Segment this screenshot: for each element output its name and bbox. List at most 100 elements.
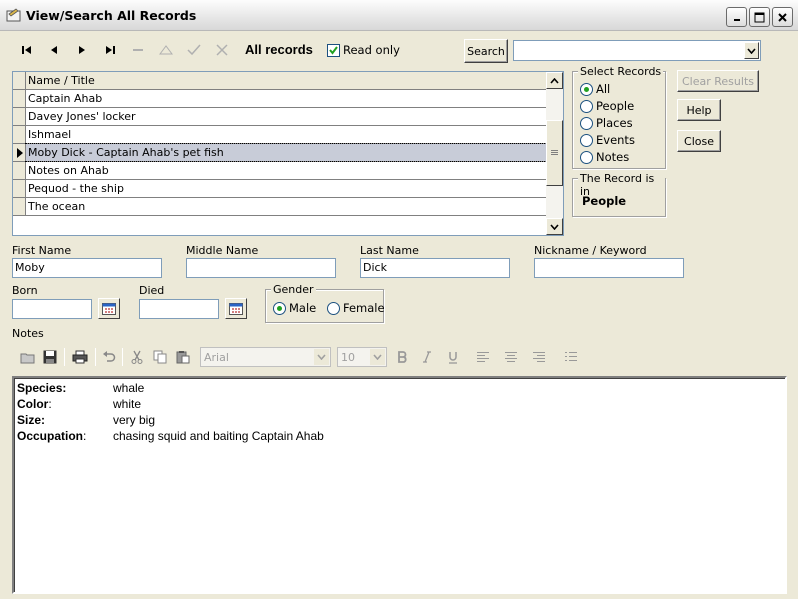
scroll-down-button[interactable]: [546, 218, 563, 235]
last-name-field[interactable]: Dick: [360, 258, 510, 278]
grid-scrollbar[interactable]: [546, 72, 563, 235]
table-row[interactable]: Notes on Ahab: [13, 162, 548, 180]
clear-results-button[interactable]: Clear Results: [677, 70, 759, 92]
search-button[interactable]: Search: [464, 39, 508, 63]
notes-key-suffix: :: [83, 429, 87, 443]
radio-button[interactable]: [580, 99, 593, 113]
records-grid[interactable]: Name / Title Captain Ahab Davey Jones' lo…: [12, 71, 564, 236]
row-name-cell[interactable]: Ishmael: [26, 126, 548, 143]
help-button[interactable]: Help: [677, 99, 721, 121]
scroll-thumb[interactable]: [546, 120, 563, 186]
select-records-option-all[interactable]: All: [580, 82, 610, 96]
table-row[interactable]: The ocean: [13, 198, 548, 216]
align-center-button[interactable]: [502, 348, 520, 366]
previous-record-button[interactable]: [45, 42, 63, 58]
table-row[interactable]: Pequod - the ship: [13, 180, 548, 198]
notes-key: Species:: [17, 381, 66, 395]
row-name-cell[interactable]: Captain Ahab: [26, 90, 548, 107]
radio-button[interactable]: [580, 82, 593, 96]
grip-icon: [551, 150, 558, 155]
table-row[interactable]: Davey Jones' locker: [13, 108, 548, 126]
delete-record-button: [129, 42, 147, 58]
copy-button[interactable]: [151, 348, 169, 366]
born-field[interactable]: [12, 299, 92, 319]
save-button[interactable]: [41, 348, 59, 366]
radio-label: All: [596, 82, 611, 96]
notes-editor[interactable]: Species: whale Color: white Size: very big Occ…: [12, 376, 787, 594]
font-name-dropdown-button[interactable]: [314, 349, 329, 365]
gender-option-male[interactable]: Male: [273, 301, 316, 315]
row-indicator[interactable]: [13, 126, 26, 143]
minus-icon: [133, 49, 143, 51]
toolbar-separator: [64, 348, 65, 366]
died-field[interactable]: [139, 299, 219, 319]
underline-button[interactable]: [444, 348, 462, 366]
column-header-name[interactable]: Name / Title: [26, 72, 548, 89]
font-size-select[interactable]: 10: [337, 347, 387, 367]
checkmark-icon: [187, 44, 201, 56]
italic-button[interactable]: [418, 348, 436, 366]
table-row[interactable]: Moby Dick - Captain Ahab's pet fish: [13, 143, 549, 162]
row-name-cell[interactable]: Pequod - the ship: [26, 180, 548, 197]
read-only-label: Read only: [343, 43, 400, 57]
row-indicator[interactable]: [13, 162, 26, 179]
table-row[interactable]: Ishmael: [13, 126, 548, 144]
bold-button[interactable]: [393, 348, 411, 366]
select-records-option-places[interactable]: Places: [580, 116, 633, 130]
next-record-button[interactable]: [73, 42, 91, 58]
font-size-dropdown-button[interactable]: [370, 349, 385, 365]
select-records-option-notes[interactable]: Notes: [580, 150, 629, 164]
first-name-label: First Name: [12, 244, 72, 257]
print-button[interactable]: [70, 348, 90, 366]
cancel-edit-button: [213, 42, 231, 58]
undo-button[interactable]: [100, 348, 118, 366]
first-name-field[interactable]: Moby: [12, 258, 162, 278]
row-name-cell[interactable]: Moby Dick - Captain Ahab's pet fish: [25, 143, 549, 162]
scroll-up-button[interactable]: [546, 72, 563, 89]
last-record-button[interactable]: [101, 42, 119, 58]
font-name-select[interactable]: Arial: [200, 347, 331, 367]
row-indicator[interactable]: [13, 108, 26, 125]
cut-button[interactable]: [128, 348, 146, 366]
radio-label: Female: [343, 301, 385, 315]
maximize-button[interactable]: [749, 7, 770, 27]
row-indicator[interactable]: [13, 90, 26, 107]
open-file-button[interactable]: [19, 348, 37, 366]
radio-dot: [584, 86, 589, 92]
row-indicator[interactable]: [13, 198, 26, 215]
born-calendar-button[interactable]: [98, 298, 120, 319]
radio-button[interactable]: [580, 116, 593, 130]
middle-name-field[interactable]: [186, 258, 336, 278]
select-records-option-people[interactable]: People: [580, 99, 634, 113]
row-name-cell[interactable]: The ocean: [26, 198, 548, 215]
chevron-down-icon: [317, 354, 326, 360]
nickname-label: Nickname / Keyword: [534, 244, 647, 257]
last-record-icon: [106, 46, 115, 54]
row-name-cell[interactable]: Notes on Ahab: [26, 162, 548, 179]
table-row[interactable]: Captain Ahab: [13, 90, 548, 108]
row-indicator[interactable]: [13, 144, 26, 161]
paste-button[interactable]: [174, 348, 192, 366]
bullets-button[interactable]: [562, 348, 580, 366]
close-window-button[interactable]: [772, 7, 793, 27]
died-calendar-button[interactable]: [225, 298, 247, 319]
close-button[interactable]: Close: [677, 130, 721, 152]
checkbox-box[interactable]: [327, 43, 340, 57]
select-records-option-events[interactable]: Events: [580, 133, 635, 147]
minimize-button[interactable]: [726, 7, 747, 27]
row-indicator[interactable]: [13, 180, 26, 197]
radio-button[interactable]: [327, 301, 340, 315]
align-right-icon: [533, 352, 545, 362]
search-combo[interactable]: [513, 40, 761, 61]
radio-button[interactable]: [580, 133, 593, 147]
nickname-field[interactable]: [534, 258, 684, 278]
align-right-button[interactable]: [530, 348, 548, 366]
row-name-cell[interactable]: Davey Jones' locker: [26, 108, 548, 125]
align-left-button[interactable]: [474, 348, 492, 366]
radio-button[interactable]: [580, 150, 593, 164]
read-only-checkbox[interactable]: Read only: [327, 43, 400, 57]
gender-option-female[interactable]: Female: [327, 301, 385, 315]
radio-button[interactable]: [273, 301, 286, 315]
search-dropdown-button[interactable]: [744, 42, 759, 59]
first-record-button[interactable]: [18, 42, 36, 58]
